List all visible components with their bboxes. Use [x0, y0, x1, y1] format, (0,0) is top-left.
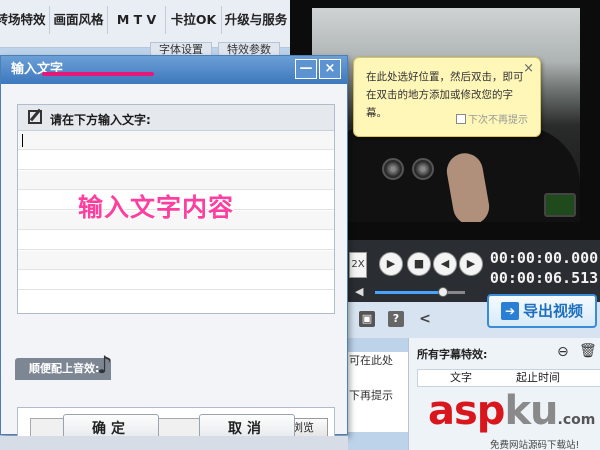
text-caret	[22, 134, 23, 147]
trash-icon[interactable]: 🗑	[579, 343, 597, 359]
back-icon[interactable]: ⊖	[557, 344, 569, 360]
close-button[interactable]: ×	[319, 59, 341, 79]
stop-icon[interactable]: ■	[407, 252, 431, 276]
music-note-icon: ♪	[97, 351, 113, 379]
share-icon[interactable]: <	[417, 311, 433, 327]
menu-tab-mtv[interactable]: M T V	[108, 6, 166, 34]
input-text-dialog: 输入文字 — × 请在下方输入文字: 浏览 顺便配上音效: ♪ 确定 取消	[0, 55, 348, 447]
export-arrow-icon: ➔	[500, 302, 519, 320]
hint-fragment-line: 可在此处	[349, 354, 393, 367]
bottom-strip	[0, 436, 348, 450]
gauge-image	[382, 158, 404, 180]
text-input-header: 请在下方输入文字:	[18, 105, 334, 131]
watermark-logo: aspku.com 免费网站源码下载站!	[428, 390, 600, 450]
text-line[interactable]	[18, 271, 334, 290]
current-time: 00:00:00.000	[489, 249, 599, 267]
text-line[interactable]	[18, 231, 334, 250]
watermark-ku: ku	[504, 388, 558, 434]
annotation-overlay-text: 输入文字内容	[78, 193, 235, 222]
speaker-icon[interactable]: ◀	[355, 285, 363, 298]
total-time: 00:00:06.513	[489, 269, 599, 287]
volume-knob[interactable]	[437, 287, 448, 297]
export-video-button[interactable]: ➔ 导出视频	[487, 294, 597, 328]
top-menu-bar: 转场特效 画面风格 M T V 卡拉OK 升级与服务	[0, 0, 290, 48]
checkbox-box[interactable]	[456, 114, 466, 124]
hint-fragment-line: 下再提示	[349, 389, 393, 402]
help-icon[interactable]: ?	[388, 311, 404, 327]
menu-tab-style[interactable]: 画面风格	[50, 6, 108, 34]
speed-button[interactable]: 2X	[349, 252, 367, 278]
car-dashboard-image	[312, 126, 580, 222]
edit-icon	[28, 110, 42, 124]
export-label: 导出视频	[522, 302, 583, 320]
text-line[interactable]	[18, 131, 334, 150]
save-icon[interactable]: ▣	[359, 311, 375, 327]
input-prompt-label: 请在下方输入文字:	[50, 113, 151, 127]
minimize-button[interactable]: —	[295, 59, 317, 79]
app-window: 转场特效 画面风格 M T V 卡拉OK 升级与服务 字体设置 特效参数 在此处…	[0, 0, 600, 450]
hint-fragment: 可在此处 下再提示	[347, 352, 408, 432]
subtitles-title: 所有字幕特效:	[417, 348, 488, 361]
watermark-asp: asp	[428, 388, 505, 434]
car-screen-image	[544, 193, 576, 217]
subtitles-table-header: 文字 起止时间	[417, 369, 600, 387]
gauge-image	[412, 158, 434, 180]
highlight-underline	[42, 72, 154, 76]
dialog-body: 请在下方输入文字: 浏览 顺便配上音效: ♪ 确定 取消	[1, 84, 347, 447]
column-header-time: 起止时间	[516, 371, 560, 384]
volume-fill	[375, 291, 443, 294]
next-frame-icon[interactable]: ▶	[459, 252, 483, 276]
play-icon[interactable]: ▶	[379, 252, 403, 276]
dont-show-again-checkbox[interactable]: 下次不再提示	[456, 112, 528, 130]
menu-tab-transition[interactable]: 转场特效	[0, 6, 50, 34]
text-line[interactable]	[18, 291, 334, 310]
column-header-text: 文字	[450, 371, 472, 384]
hint-tooltip: 在此处选好位置，然后双击，即可在双击的地方添加或修改您的字幕。 × 下次不再提示	[353, 57, 541, 137]
checkbox-label: 下次不再提示	[468, 115, 528, 126]
volume-row: ◀	[345, 284, 485, 300]
text-line[interactable]	[18, 251, 334, 270]
tooltip-close-icon[interactable]: ×	[523, 60, 534, 78]
menu-tab-upgrade[interactable]: 升级与服务	[222, 6, 290, 34]
volume-slider[interactable]	[375, 287, 465, 297]
menu-tab-karaoke[interactable]: 卡拉OK	[166, 6, 222, 34]
dialog-title-bar[interactable]: 输入文字 — ×	[1, 56, 347, 84]
text-line[interactable]	[18, 151, 334, 170]
prev-frame-icon[interactable]: ◀	[433, 252, 457, 276]
watermark-com: .com	[557, 412, 596, 428]
